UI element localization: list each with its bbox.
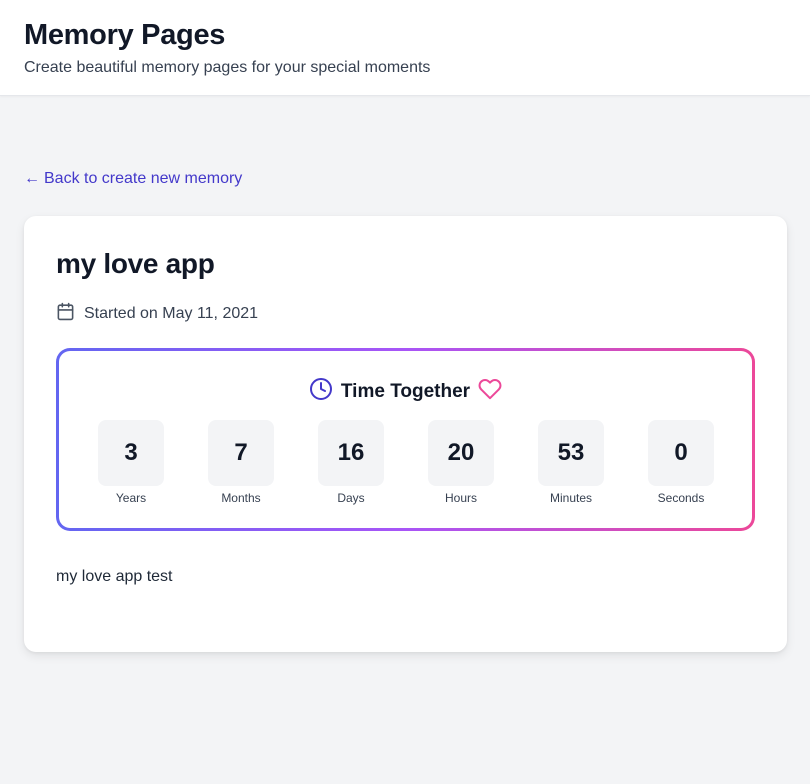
unit-seconds: 0 Seconds [648,420,714,505]
hours-value: 20 [428,420,494,486]
days-value: 16 [318,420,384,486]
memory-title: my love app [56,248,215,279]
memory-card: my love app Started on May 11, 2021 Time… [24,216,787,652]
unit-days: 16 Days [318,420,384,505]
unit-hours: 20 Hours [428,420,494,505]
app-subtitle: Create beautiful memory pages for your s… [24,59,431,76]
unit-months: 7 Months [208,420,274,505]
back-link-label: Back to create new memory [44,170,243,187]
seconds-label: Seconds [657,491,705,505]
app-header: Memory Pages Create beautiful memory pag… [0,0,810,96]
seconds-value: 0 [648,420,714,486]
clock-icon [309,377,333,407]
minutes-value: 53 [538,420,604,486]
time-together-inner: Time Together 3 Years 7 Months 16 Days 2… [59,351,752,528]
unit-years: 3 Years [98,420,164,505]
time-units: 3 Years 7 Months 16 Days 20 Hours 53 Min… [98,420,714,505]
calendar-icon [56,302,75,326]
memory-description: my love app test [56,568,173,585]
days-label: Days [337,491,365,505]
time-together-panel: Time Together 3 Years 7 Months 16 Days 2… [56,348,755,531]
years-label: Years [115,491,147,505]
time-together-title: Time Together [340,381,471,402]
back-arrow-icon: ← [24,170,40,187]
started-date: Started on May 11, 2021 [56,302,258,326]
app-title: Memory Pages [24,19,226,51]
back-link[interactable]: ← Back to create new memory [24,170,242,188]
hours-label: Hours [444,491,477,505]
years-value: 3 [98,420,164,486]
minutes-label: Minutes [549,491,593,505]
unit-minutes: 53 Minutes [538,420,604,505]
time-together-heading: Time Together [59,377,752,407]
started-date-text: Started on May 11, 2021 [84,305,259,322]
months-label: Months [221,491,261,505]
months-value: 7 [208,420,274,486]
heart-icon [478,377,502,407]
